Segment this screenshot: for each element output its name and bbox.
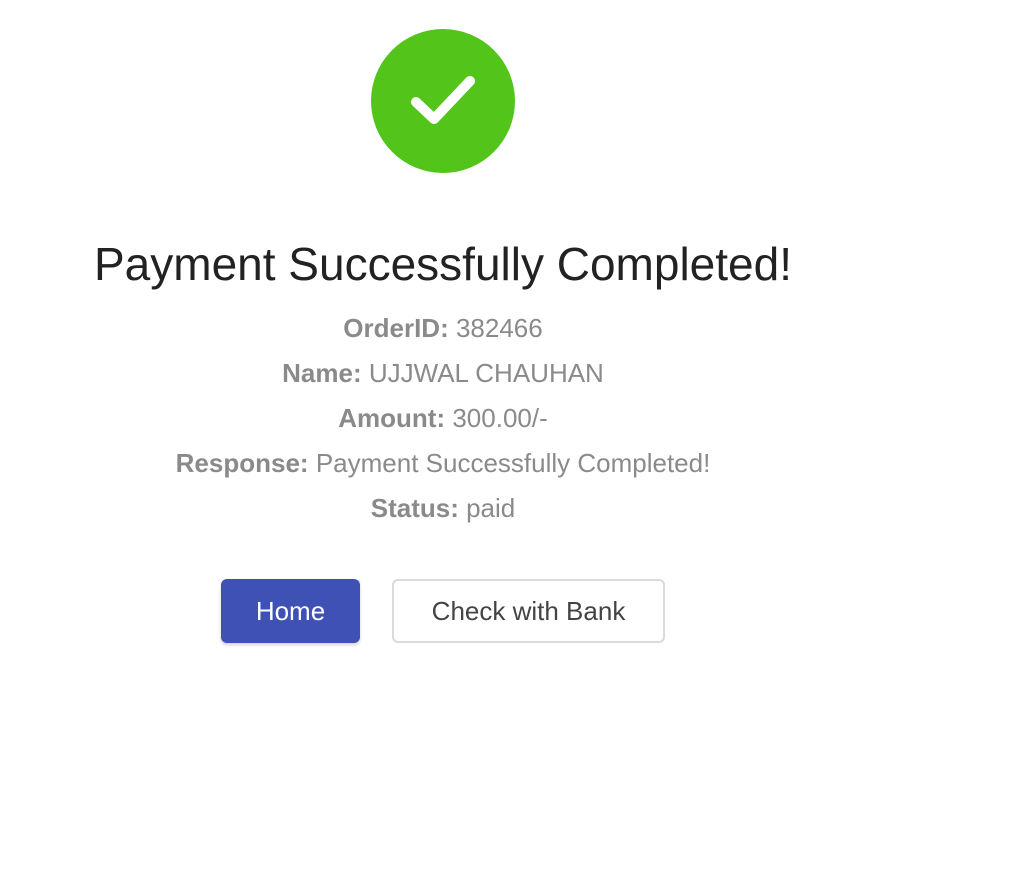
detail-order-id: OrderID: 382466 <box>0 306 886 351</box>
payment-success-page: Payment Successfully Completed! OrderID:… <box>0 0 1010 885</box>
detail-value: UJJWAL CHAUHAN <box>368 358 604 388</box>
check-icon <box>411 76 475 124</box>
detail-label: OrderID: <box>343 313 449 343</box>
success-check-icon <box>371 29 515 173</box>
detail-name: Name: UJJWAL CHAUHAN <box>0 351 886 396</box>
payment-details: OrderID: 382466 Name: UJJWAL CHAUHAN Amo… <box>0 306 886 531</box>
check-with-bank-button[interactable]: Check with Bank <box>392 579 665 643</box>
detail-value: paid <box>466 493 516 523</box>
detail-value: 382466 <box>455 313 543 343</box>
detail-label: Name: <box>282 358 362 388</box>
detail-value: 300.00/- <box>452 403 548 433</box>
detail-label: Amount: <box>338 403 446 433</box>
detail-label: Response: <box>175 448 309 478</box>
detail-response: Response: Payment Successfully Completed… <box>0 441 886 486</box>
home-button[interactable]: Home <box>221 579 360 643</box>
detail-label: Status: <box>370 493 459 523</box>
detail-status: Status: paid <box>0 486 886 531</box>
detail-amount: Amount: 300.00/- <box>0 396 886 441</box>
detail-value: Payment Successfully Completed! <box>315 448 711 478</box>
page-title: Payment Successfully Completed! <box>94 238 792 290</box>
